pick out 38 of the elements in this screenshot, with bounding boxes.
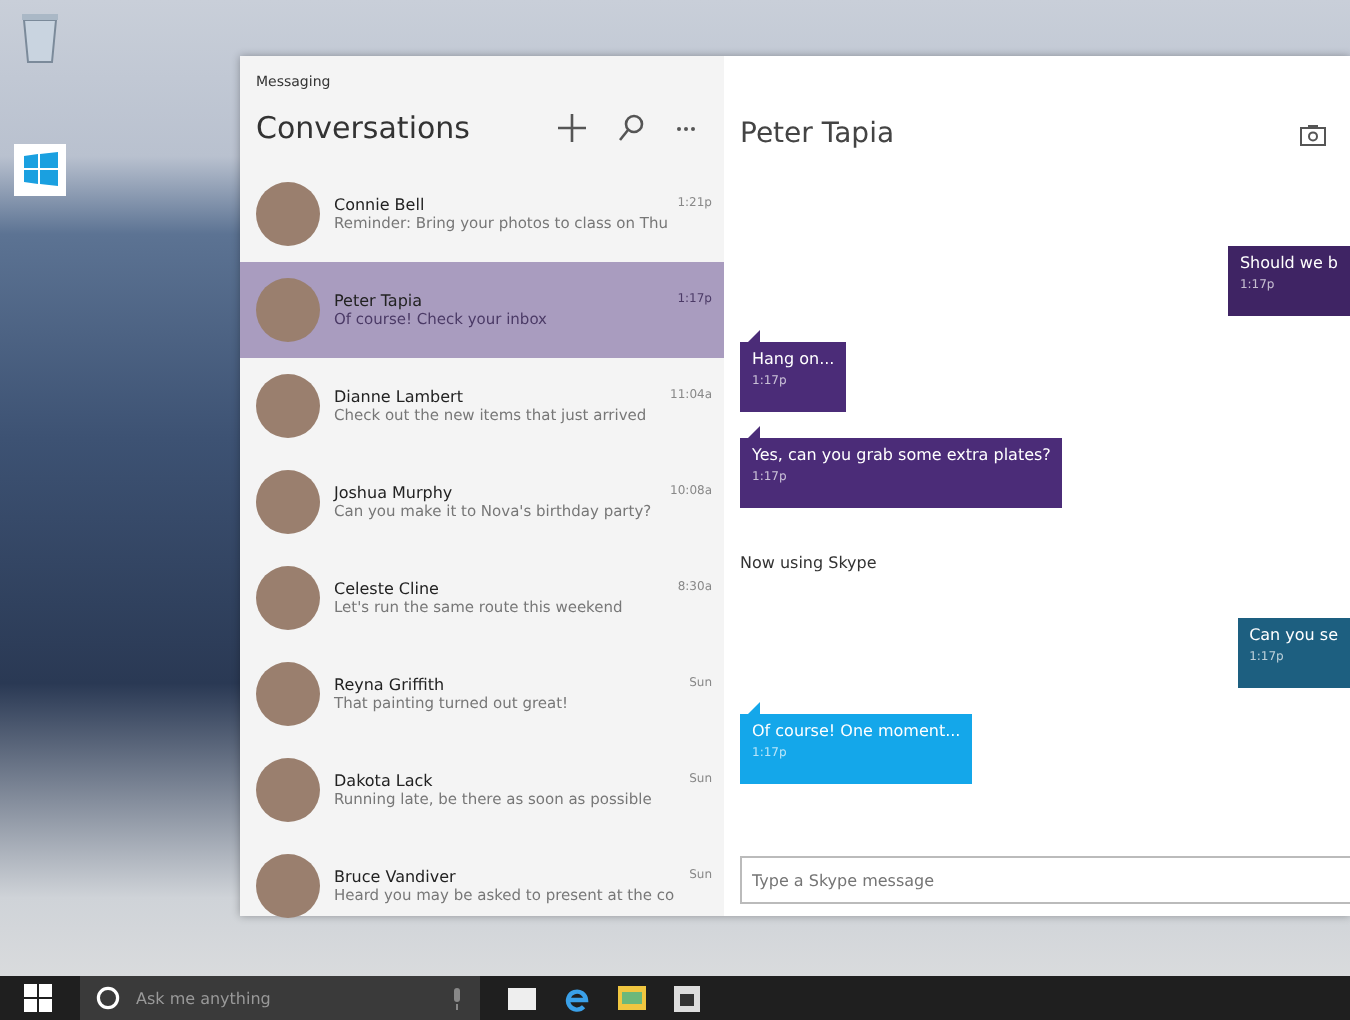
avatar bbox=[256, 662, 320, 726]
plus-icon[interactable] bbox=[558, 114, 586, 142]
message-text: Hang on... bbox=[752, 350, 835, 368]
contact-name: Dakota Lack bbox=[334, 772, 433, 790]
contact-name: Bruce Vandiver bbox=[334, 868, 456, 886]
search-icon[interactable] bbox=[618, 114, 644, 142]
contact-name: Dianne Lambert bbox=[334, 388, 463, 406]
message-text: Of course! One moment... bbox=[752, 722, 961, 740]
message-text: Can you se bbox=[1249, 626, 1338, 644]
browser-e-icon[interactable] bbox=[564, 985, 590, 1011]
chat-contact-name: Peter Tapia bbox=[740, 118, 895, 150]
conversations-heading: Conversations bbox=[256, 110, 472, 146]
status-text: Now using Skype bbox=[740, 552, 879, 576]
store-bag-icon[interactable] bbox=[674, 985, 700, 1011]
avatar bbox=[256, 374, 320, 438]
contact-name: Peter Tapia bbox=[334, 292, 423, 310]
avatar bbox=[256, 470, 320, 534]
avatar bbox=[256, 182, 320, 246]
windows-logo-icon[interactable] bbox=[14, 144, 66, 196]
message-input-field[interactable]: Type a Skype message bbox=[740, 856, 1350, 904]
more-icon[interactable] bbox=[676, 125, 696, 131]
avatar bbox=[256, 566, 320, 630]
avatar bbox=[256, 278, 320, 342]
contact-name: Connie Bell bbox=[334, 196, 425, 214]
contact-name: Joshua Murphy bbox=[334, 484, 453, 502]
avatar bbox=[256, 854, 320, 918]
camera-icon[interactable] bbox=[1300, 123, 1326, 145]
message-text: Yes, can you grab some extra plates? bbox=[752, 446, 1051, 464]
taskbar-search-bar[interactable]: Ask me anything bbox=[80, 976, 480, 1020]
message-text: Should we b bbox=[1239, 254, 1338, 272]
windows-start-icon[interactable] bbox=[24, 984, 52, 1012]
contact-name: Celeste Cline bbox=[334, 580, 439, 598]
contact-name: Reyna Griffith bbox=[334, 676, 445, 694]
circle-icon bbox=[96, 986, 120, 1010]
avatar bbox=[256, 758, 320, 822]
microphone-icon[interactable] bbox=[450, 987, 464, 1009]
search-field[interactable]: Ask me anything bbox=[132, 987, 438, 1009]
task-view-icon[interactable] bbox=[508, 987, 536, 1009]
